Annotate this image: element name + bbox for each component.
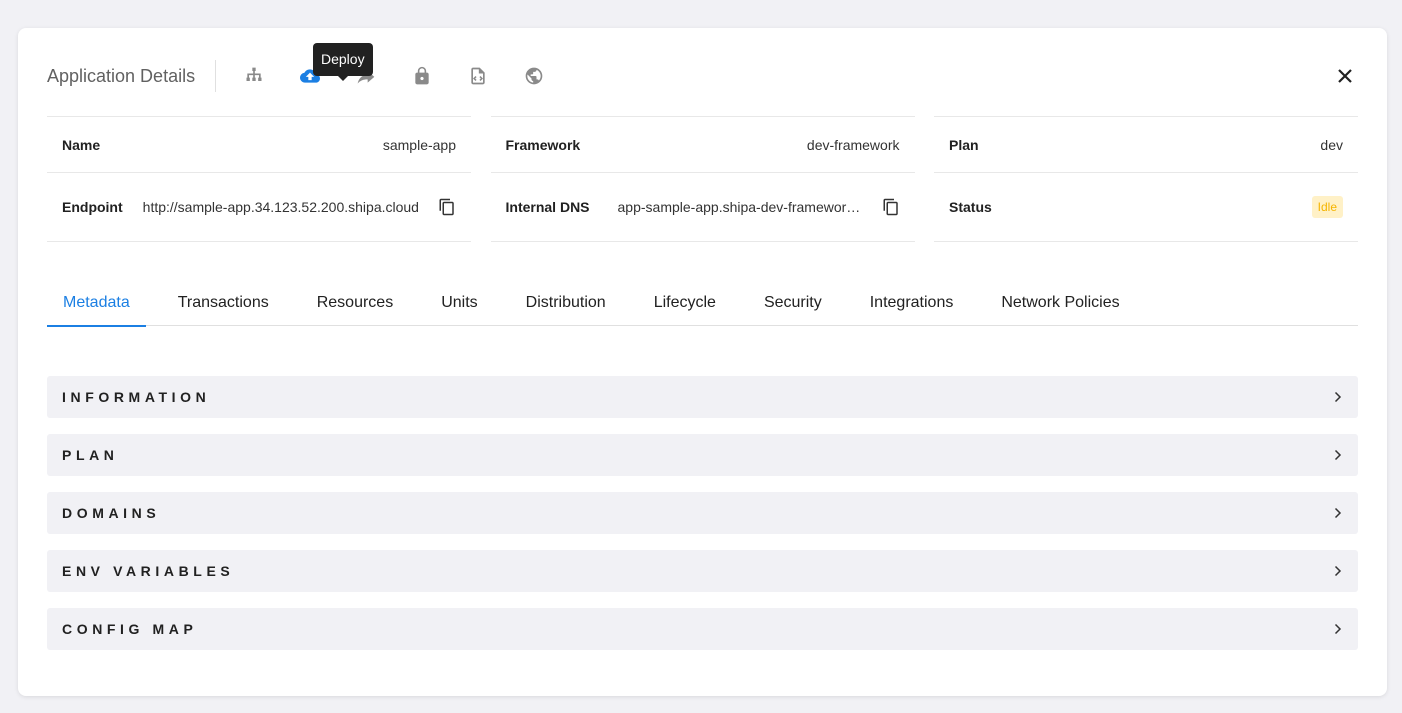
- globe-button[interactable]: [514, 56, 554, 96]
- page-title: Application Details: [47, 66, 196, 86]
- section-information[interactable]: INFORMATION: [47, 376, 1358, 418]
- application-details-panel: Application Details Deploy Name sample-a…: [18, 28, 1387, 696]
- tab-distribution[interactable]: Distribution: [510, 286, 622, 326]
- internal-dns-value-wrap: app-sample-app.shipa-dev-framework.svc.c…: [590, 198, 900, 216]
- code-file-icon: [471, 67, 485, 85]
- tab-transactions[interactable]: Transactions: [162, 286, 285, 326]
- tab-resources[interactable]: Resources: [301, 286, 409, 326]
- globe-icon: [525, 67, 543, 85]
- plan-field: Plan dev: [934, 116, 1358, 172]
- chevron-right-icon: [1334, 391, 1342, 403]
- copy-icon: [439, 198, 454, 216]
- tab-security[interactable]: Security: [748, 286, 838, 326]
- close-icon: [1338, 69, 1352, 83]
- tab-units[interactable]: Units: [425, 286, 493, 326]
- endpoint-field: Endpoint http://sample-app.34.123.52.200…: [47, 172, 471, 242]
- section-env-variables[interactable]: ENV VARIABLES: [47, 550, 1358, 592]
- section-domains[interactable]: DOMAINS: [47, 492, 1358, 534]
- metadata-sections: INFORMATION PLAN DOMAINS ENV VARIABLES C…: [47, 376, 1358, 666]
- name-value: sample-app: [382, 136, 456, 153]
- endpoint-label: Endpoint: [62, 199, 123, 215]
- security-button[interactable]: [402, 56, 442, 96]
- copy-icon: [883, 198, 898, 216]
- framework-label: Framework: [505, 136, 581, 153]
- sitemap-icon: [246, 67, 262, 81]
- section-label: PLAN: [62, 447, 119, 463]
- section-config-map[interactable]: CONFIG MAP: [47, 608, 1358, 650]
- close-button[interactable]: [1333, 64, 1357, 88]
- chevron-right-icon: [1334, 623, 1342, 635]
- name-field: Name sample-app: [47, 116, 471, 172]
- chevron-right-icon: [1334, 449, 1342, 461]
- chevron-right-icon: [1334, 507, 1342, 519]
- section-plan[interactable]: PLAN: [47, 434, 1358, 476]
- copy-internal-dns-button[interactable]: [882, 198, 900, 216]
- internal-dns-label: Internal DNS: [505, 199, 590, 215]
- lock-icon: [415, 66, 429, 85]
- plan-label: Plan: [949, 136, 979, 153]
- name-label: Name: [62, 136, 101, 153]
- status-label: Status: [949, 199, 992, 215]
- endpoint-value[interactable]: http://sample-app.34.123.52.200.shipa.cl…: [143, 199, 420, 215]
- framework-value: dev-framework: [806, 136, 900, 153]
- endpoint-value-wrap: http://sample-app.34.123.52.200.shipa.cl…: [123, 198, 456, 216]
- tab-metadata[interactable]: Metadata: [47, 286, 146, 327]
- section-label: CONFIG MAP: [62, 621, 198, 637]
- deploy-tooltip: Deploy: [313, 43, 373, 81]
- internal-dns-field: Internal DNS app-sample-app.shipa-dev-fr…: [490, 172, 915, 242]
- tab-integrations[interactable]: Integrations: [854, 286, 970, 326]
- section-label: DOMAINS: [62, 505, 161, 521]
- chevron-right-icon: [1334, 565, 1342, 577]
- sitemap-button[interactable]: [234, 56, 274, 96]
- tab-lifecycle[interactable]: Lifecycle: [638, 286, 732, 326]
- framework-field: Framework dev-framework: [490, 116, 915, 172]
- plan-value: dev: [1320, 136, 1343, 153]
- status-field: Status Idle: [934, 172, 1358, 242]
- status-badge: Idle: [1311, 196, 1343, 218]
- header-divider: [215, 60, 217, 92]
- copy-endpoint-button[interactable]: [438, 198, 456, 216]
- section-label: INFORMATION: [62, 389, 211, 405]
- internal-dns-value[interactable]: app-sample-app.shipa-dev-framework.svc.c…: [618, 199, 864, 215]
- detail-tabs: Metadata Transactions Resources Units Di…: [47, 286, 1358, 327]
- panel-header: Application Details Deploy: [47, 43, 570, 96]
- code-file-button[interactable]: [458, 56, 498, 96]
- section-label: ENV VARIABLES: [62, 563, 235, 579]
- tab-network-policies[interactable]: Network Policies: [985, 286, 1135, 326]
- app-info-grid: Name sample-app Framework dev-framework …: [47, 116, 1358, 242]
